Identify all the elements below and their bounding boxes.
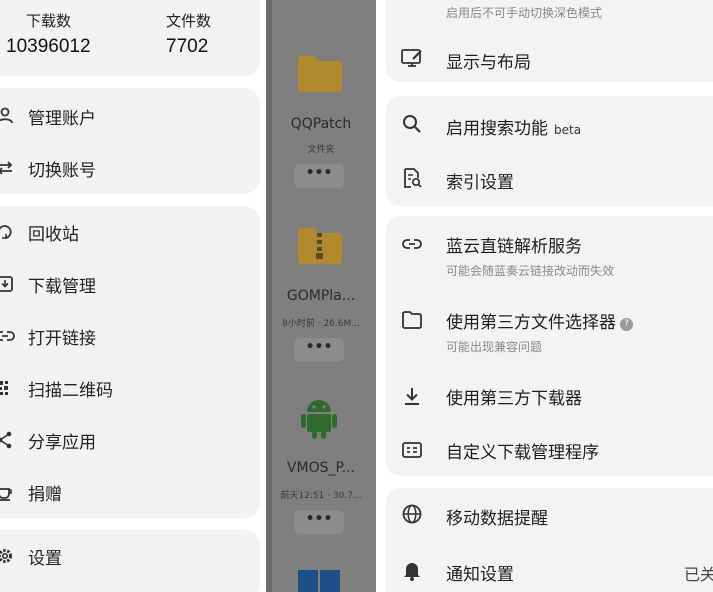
- file-list: QQPatch 文件夹 ••• GOMPla... 8小时前 · 26.6M..…: [266, 0, 376, 592]
- menu-label: 扫描二维码: [28, 380, 113, 401]
- more-button[interactable]: •••: [294, 164, 344, 188]
- coffee-icon: [0, 481, 16, 503]
- setting-lanyun-direct-link[interactable]: 蓝云直链解析服务 可能会随蓝奏云链接改动而失效: [386, 224, 713, 286]
- more-button[interactable]: •••: [294, 510, 344, 534]
- display-settings-icon: [400, 46, 424, 70]
- swap-icon: [0, 157, 16, 179]
- menu-label: 切换账号: [28, 160, 96, 181]
- menu-share-app[interactable]: 分享应用: [0, 418, 260, 462]
- setting-title: 索引设置: [446, 173, 514, 193]
- menu-recycle-bin[interactable]: 回收站: [0, 210, 260, 254]
- setting-third-party-downloader[interactable]: 使用第三方下载器: [386, 376, 713, 420]
- menu-download-manager[interactable]: 下载管理: [0, 262, 260, 306]
- setting-title: 通知设置: [446, 565, 514, 585]
- dark-mode-subtitle: 启用后不可手动切换深色模式: [446, 6, 603, 20]
- menu-open-link[interactable]: 打开链接: [0, 314, 260, 358]
- menu-label: 管理账户: [28, 108, 96, 129]
- link-icon: [0, 325, 16, 347]
- downloads-label: 下载数: [26, 12, 72, 30]
- gear-icon: [0, 545, 16, 567]
- setting-title: 自定义下载管理程序: [446, 443, 599, 463]
- file-meta: 文件夹: [307, 145, 335, 155]
- files-value: 7702: [166, 36, 209, 57]
- help-icon[interactable]: ?: [620, 318, 633, 331]
- settings-group-network: 移动数据提醒 通知设置 已关闭: [386, 488, 713, 592]
- downloads-value: 10396012: [6, 36, 91, 57]
- zip-folder-icon: [296, 226, 344, 270]
- folder-icon: [400, 308, 424, 332]
- files-label: 文件数: [166, 12, 212, 30]
- notification-status: 已关闭: [684, 565, 713, 584]
- setting-mobile-data-alert[interactable]: 移动数据提醒: [386, 494, 713, 538]
- setting-subtitle: 可能会随蓝奏云链接改动而失效: [446, 264, 615, 278]
- menu-donate[interactable]: 捐赠: [0, 470, 260, 514]
- menu-label: 分享应用: [28, 432, 96, 453]
- tools-card: 回收站 下载管理 打开链接 扫描二维码 分享应用 捐赠: [0, 206, 260, 518]
- index-file-icon: [400, 166, 424, 190]
- setting-title: 蓝云直链解析服务: [446, 237, 582, 257]
- more-button[interactable]: •••: [294, 338, 344, 362]
- file-name: QQPatch: [290, 116, 352, 132]
- file-name: VMOS_P...: [286, 460, 356, 476]
- beta-badge: beta: [554, 123, 582, 137]
- setting-enable-search[interactable]: 启用搜索功能 beta: [386, 102, 713, 148]
- menu-label: 设置: [28, 548, 62, 569]
- search-icon: [400, 112, 424, 136]
- bell-icon: [400, 558, 424, 582]
- setting-title: 启用搜索功能 beta: [446, 114, 581, 139]
- android-icon: [298, 394, 340, 444]
- setting-notifications[interactable]: 通知设置 已关闭: [386, 550, 713, 592]
- setting-third-party-picker[interactable]: 使用第三方文件选择器? 可能出现兼容问题: [386, 300, 713, 362]
- windows-icon: [298, 568, 342, 592]
- download-manager-icon: [400, 438, 424, 462]
- setting-display-layout[interactable]: 显示与布局: [386, 38, 713, 82]
- file-name: GOMPla...: [286, 288, 356, 304]
- settings-group-search: 启用搜索功能 beta 索引设置: [386, 96, 713, 206]
- account-card: 管理账户 切换账号: [0, 88, 260, 194]
- stats-card: 下载数 10396012 文件数 7702: [0, 0, 260, 76]
- menu-label: 回收站: [28, 224, 79, 245]
- file-meta: 前天12:51 · 30.7...: [280, 491, 362, 501]
- setting-title: 使用第三方文件选择器?: [446, 308, 633, 333]
- picker-title: 使用第三方文件选择器: [446, 313, 616, 333]
- menu-scan-qrcode[interactable]: 扫描二维码: [0, 366, 260, 410]
- menu-switch-account[interactable]: 切换账号: [0, 146, 260, 190]
- globe-icon: [400, 502, 424, 526]
- menu-manage-account[interactable]: 管理账户: [0, 94, 260, 138]
- share-icon: [0, 429, 16, 451]
- folder-icon: [296, 54, 344, 98]
- menu-settings[interactable]: 设置: [0, 534, 260, 578]
- setting-custom-download-manager[interactable]: 自定义下载管理程序: [386, 430, 713, 474]
- menu-label: 下载管理: [28, 276, 96, 297]
- setting-title: 移动数据提醒: [446, 509, 548, 529]
- settings-panel: 启用后不可手动切换深色模式 显示与布局 启用搜索功能 beta 索引设置 蓝云直…: [376, 0, 713, 592]
- recycle-icon: [0, 221, 16, 243]
- person-icon: [0, 105, 16, 127]
- download-box-icon: [0, 273, 16, 295]
- menu-label: 捐赠: [28, 484, 62, 505]
- setting-title: 显示与布局: [446, 53, 531, 73]
- setting-index[interactable]: 索引设置: [386, 156, 713, 202]
- settings-card: 设置: [0, 530, 260, 592]
- setting-subtitle: 可能出现兼容问题: [446, 340, 543, 354]
- settings-group-appearance: 启用后不可手动切换深色模式 显示与布局: [386, 0, 713, 82]
- settings-group-download: 蓝云直链解析服务 可能会随蓝奏云链接改动而失效 使用第三方文件选择器? 可能出现…: [386, 216, 713, 476]
- setting-title: 使用第三方下载器: [446, 389, 582, 409]
- menu-label: 打开链接: [28, 328, 96, 349]
- navigation-drawer: 下载数 10396012 文件数 7702 管理账户 切换账号 回收站 下载管理…: [0, 0, 266, 592]
- download-icon: [400, 384, 424, 408]
- file-meta: 8小时前 · 26.6M...: [282, 319, 360, 329]
- qrcode-icon: [0, 377, 16, 399]
- search-title: 启用搜索功能: [446, 119, 548, 139]
- link-icon: [400, 232, 424, 256]
